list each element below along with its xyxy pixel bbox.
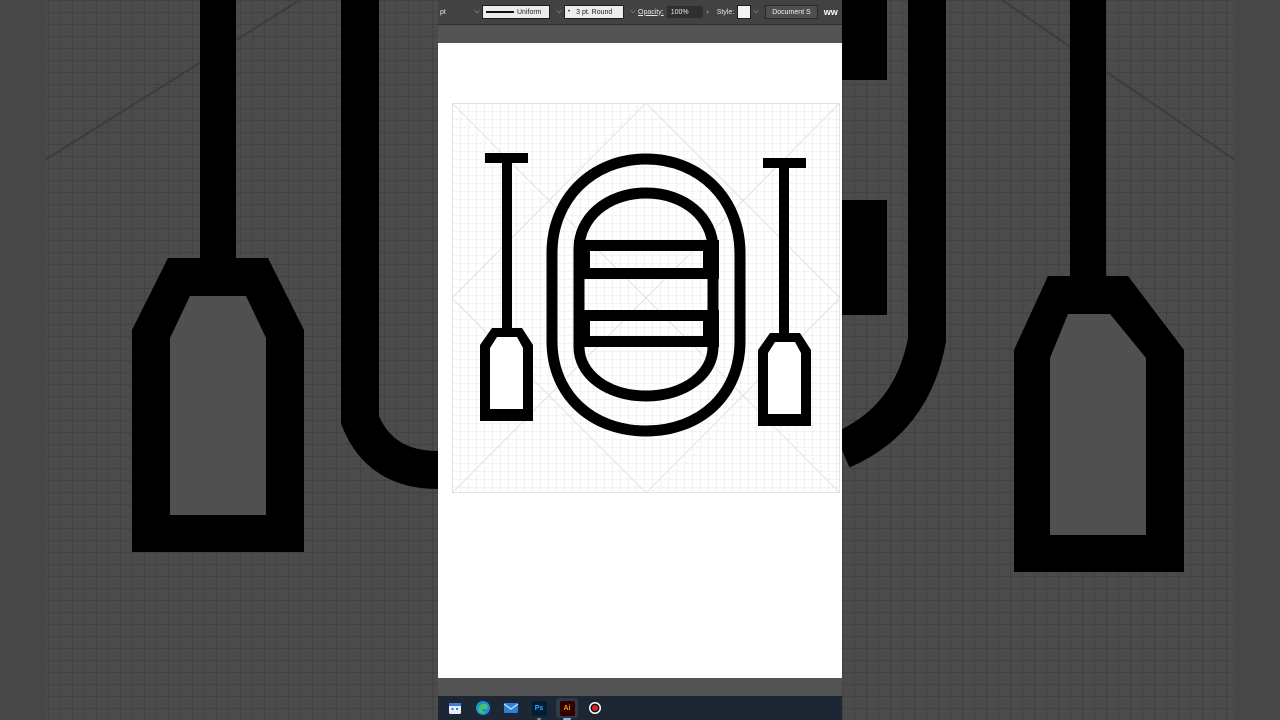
mail-icon: [503, 703, 519, 713]
brush-dot-icon: •: [568, 9, 571, 15]
edge-browser-button[interactable]: [472, 698, 494, 718]
edge-icon: [476, 701, 490, 715]
raft-icon-artwork: [452, 103, 840, 493]
opacity-label[interactable]: Opacity:: [638, 9, 664, 16]
calendar-app-button[interactable]: [444, 698, 466, 718]
stroke-line-icon: [486, 11, 514, 13]
chevron-right-icon[interactable]: ›: [703, 6, 713, 18]
mail-app-button[interactable]: [500, 698, 522, 718]
artboard: [438, 43, 842, 678]
backdrop-left-art: [0, 0, 438, 720]
brush-definition-dropdown[interactable]: • 3 pt. Round: [564, 5, 624, 19]
blurred-backdrop-left: [0, 0, 438, 720]
document-tab-strip: [438, 25, 842, 43]
illustrator-icon: Ai: [559, 700, 575, 716]
style-swatch[interactable]: [737, 5, 752, 19]
overflow-text: ww: [823, 7, 838, 17]
style-control: Style: ⌵: [717, 5, 762, 19]
control-bar: pt ⌵ Uniform ⌵ • 3 pt. Round ⌵ Opacity: …: [438, 0, 842, 25]
blurred-backdrop-right: [842, 0, 1280, 720]
style-label: Style:: [716, 8, 735, 16]
screen-recorder-button[interactable]: [584, 698, 606, 718]
windows-taskbar: Ps Ai: [438, 696, 842, 720]
opacity-input[interactable]: 100%: [666, 6, 703, 18]
chevron-down-icon[interactable]: ⌵: [554, 6, 564, 18]
photoshop-icon: Ps: [531, 700, 547, 716]
document-setup-button[interactable]: Document S: [765, 5, 818, 19]
variable-width-profile-dropdown[interactable]: Uniform: [482, 5, 550, 19]
calendar-icon: [449, 703, 461, 714]
variable-width-profile-label: Uniform: [517, 8, 542, 16]
record-icon: [589, 702, 601, 714]
backdrop-right-art: [842, 0, 1280, 720]
illustrator-button[interactable]: Ai: [556, 698, 578, 720]
stroke-weight-unit[interactable]: pt: [438, 6, 468, 18]
photoshop-button[interactable]: Ps: [528, 698, 550, 720]
chevron-down-icon[interactable]: ⌵: [472, 6, 482, 18]
brush-definition-label: 3 pt. Round: [576, 8, 613, 16]
chevron-down-icon[interactable]: ⌵: [751, 6, 761, 18]
illustrator-window: pt ⌵ Uniform ⌵ • 3 pt. Round ⌵ Opacity: …: [438, 0, 842, 720]
chevron-down-icon[interactable]: ⌵: [628, 6, 638, 18]
opacity-control: Opacity: 100% ›: [638, 6, 713, 18]
